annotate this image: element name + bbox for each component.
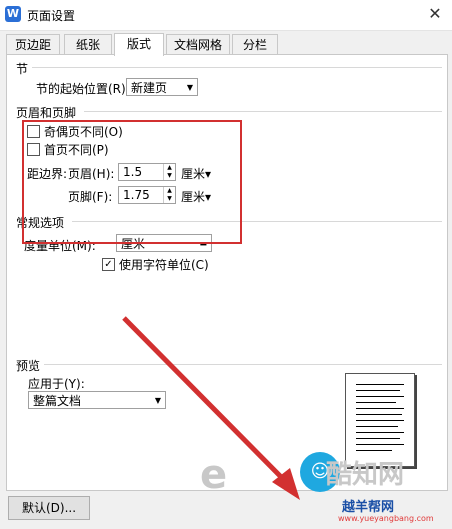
watermark-mark: e bbox=[200, 452, 228, 498]
brand-url: www.yueyangbang.com bbox=[338, 514, 434, 523]
brand-text: 越羊帮网 bbox=[342, 500, 395, 515]
watermark-text: 酷知网 bbox=[326, 460, 405, 490]
annotation-arrow bbox=[122, 316, 300, 500]
tab-layout[interactable]: 版式 bbox=[114, 33, 164, 56]
